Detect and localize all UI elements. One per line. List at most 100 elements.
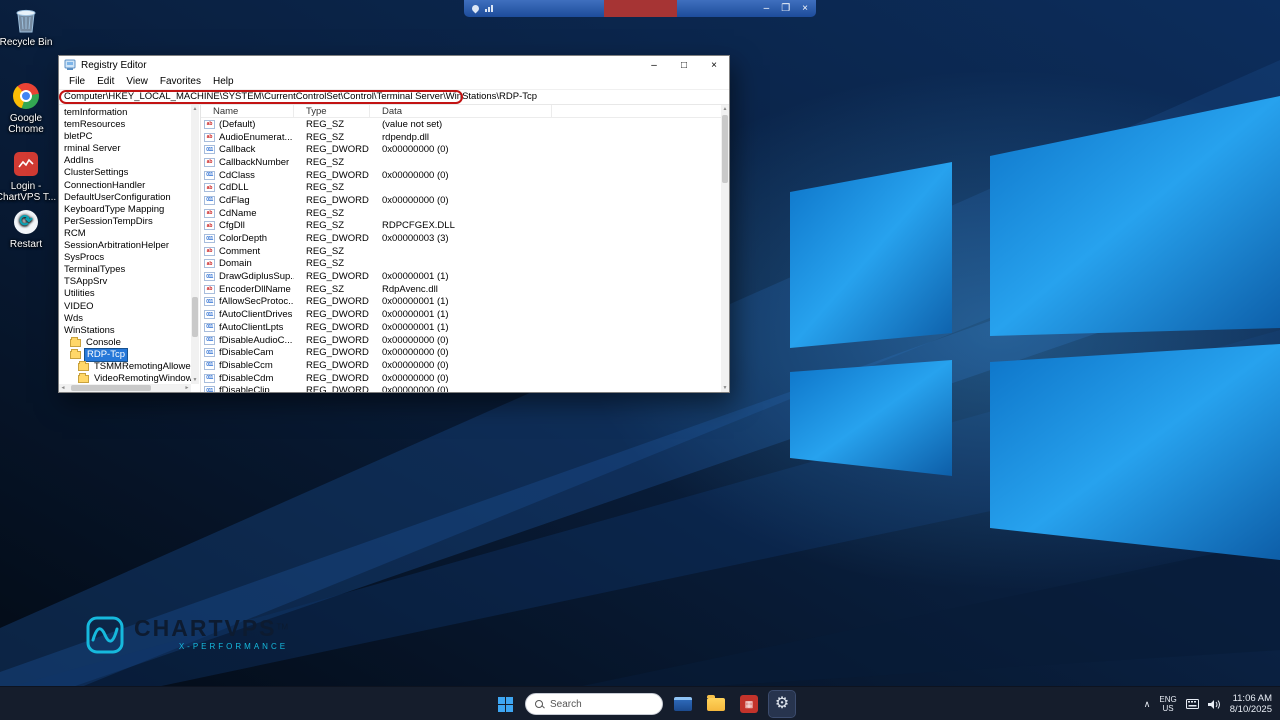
tree-item[interactable]: WinStations: [59, 325, 191, 337]
list-vertical-scrollbar[interactable]: ▲ ▼: [721, 105, 729, 392]
menu-help[interactable]: Help: [207, 76, 240, 87]
tree-item[interactable]: DefaultUserConfiguration: [59, 192, 191, 204]
tree-item[interactable]: PerSessionTempDirs: [59, 216, 191, 228]
desktop-icon-recycle-bin[interactable]: Recycle Bin: [0, 6, 58, 48]
dword-value-icon: 011: [204, 170, 215, 180]
touch-keyboard-icon[interactable]: [1185, 699, 1199, 709]
minimize-button[interactable]: –: [639, 56, 669, 74]
value-name: fDisableCdm: [219, 372, 274, 384]
menu-favorites[interactable]: Favorites: [154, 76, 207, 87]
registry-row[interactable]: 011 fDisableCcm REG_DWORD 0x00000000 (0): [201, 359, 721, 372]
value-type: REG_DWORD: [306, 334, 369, 346]
rdp-minimize-button[interactable]: –: [764, 0, 770, 17]
tree-item-label: KeyboardType Mapping: [64, 203, 165, 215]
tree-item[interactable]: rminal Server: [59, 143, 191, 155]
menu-file[interactable]: File: [63, 76, 91, 87]
taskbar-app-window[interactable]: [670, 691, 696, 717]
taskbar-settings[interactable]: ⚙: [768, 690, 796, 718]
tree-item[interactable]: VIDEO: [59, 301, 191, 313]
menu-edit[interactable]: Edit: [91, 76, 120, 87]
tree-item[interactable]: AddIns: [59, 155, 191, 167]
language-indicator[interactable]: ENG US: [1159, 695, 1176, 713]
rdp-connection-bar[interactable]: – ❐ ×: [464, 0, 816, 17]
tree-item[interactable]: SessionArbitrationHelper: [59, 240, 191, 252]
registry-row[interactable]: 011 CdClass REG_DWORD 0x00000000 (0): [201, 169, 721, 182]
tree-item[interactable]: Utilities: [59, 288, 191, 300]
registry-row[interactable]: 011 ColorDepth REG_DWORD 0x00000003 (3): [201, 232, 721, 245]
registry-row[interactable]: 011 CdFlag REG_DWORD 0x00000000 (0): [201, 194, 721, 207]
registry-row[interactable]: ab CallbackNumber REG_SZ: [201, 156, 721, 169]
start-button[interactable]: [492, 691, 518, 717]
string-value-icon: ab: [204, 208, 215, 218]
tree-item[interactable]: VideoRemotingWindowNames: [59, 373, 191, 384]
registry-row[interactable]: ab CdDLL REG_SZ: [201, 181, 721, 194]
registry-row[interactable]: ab Comment REG_SZ: [201, 245, 721, 258]
title-bar[interactable]: Registry Editor – □ ×: [59, 56, 729, 74]
registry-row[interactable]: ab EncoderDllName REG_SZ RdpAvenc.dll: [201, 283, 721, 296]
tray-chevron-icon[interactable]: ∧: [1144, 699, 1151, 710]
value-name: fAutoClientLpts: [219, 321, 284, 333]
registry-row[interactable]: 011 fDisableAudioC... REG_DWORD 0x00000000 …: [201, 334, 721, 347]
dword-value-icon: 011: [204, 234, 215, 244]
tree-item[interactable]: bletPC: [59, 131, 191, 143]
address-text[interactable]: Computer\HKEY_LOCAL_MACHINE\SYSTEM\Curre…: [64, 90, 537, 104]
registry-row[interactable]: ab CfgDll REG_SZ RDPCFGEX.DLL: [201, 220, 721, 233]
registry-row[interactable]: ab CdName REG_SZ: [201, 207, 721, 220]
window-title: Registry Editor: [81, 59, 147, 71]
desktop-icon-google-chrome[interactable]: Google Chrome: [0, 82, 58, 135]
taskbar-file-explorer[interactable]: [703, 691, 729, 717]
tree-vertical-scrollbar[interactable]: ▲ ▼: [191, 105, 199, 384]
tree-item[interactable]: RCM: [59, 228, 191, 240]
registry-row[interactable]: 011 DrawGdiplusSup... REG_DWORD 0x00000001 …: [201, 270, 721, 283]
taskbar-clock[interactable]: 11:06 AM 8/10/2025: [1230, 693, 1272, 715]
value-type: REG_SZ: [306, 182, 345, 194]
close-button[interactable]: ×: [699, 56, 729, 74]
tree-item[interactable]: TSMMRemotingAllowedApps: [59, 361, 191, 373]
registry-row[interactable]: ab (Default) REG_SZ (value not set): [201, 118, 721, 131]
column-header-name[interactable]: Name: [201, 105, 294, 117]
registry-row[interactable]: ab Domain REG_SZ: [201, 258, 721, 271]
volume-icon[interactable]: [1207, 699, 1221, 710]
desktop-icon-login-chartvps[interactable]: Login - ChartVPS T...: [0, 150, 58, 203]
registry-row[interactable]: 011 fDisableCam REG_DWORD 0x00000000 (0): [201, 346, 721, 359]
registry-row[interactable]: 011 fDisableClip REG_DWORD 0x00000000 (0): [201, 384, 721, 392]
tree-item-label: WinStations: [64, 324, 115, 336]
desktop: – ❐ × Recycle Bin Google Chrome Login - …: [0, 0, 1280, 720]
desktop-icon-restart[interactable]: ⟳ Restart: [0, 208, 58, 250]
registry-app-icon: [64, 59, 76, 70]
tree-item[interactable]: SysProcs: [59, 252, 191, 264]
tree-item[interactable]: Wds: [59, 313, 191, 325]
column-header-data[interactable]: Data: [370, 105, 552, 117]
tree-item[interactable]: temResources: [59, 119, 191, 131]
tree-item[interactable]: temInformation: [59, 107, 191, 119]
watermark-brand: CHARTVPS: [134, 615, 277, 641]
registry-row[interactable]: 011 fAutoClientDrives REG_DWORD 0x00000001 …: [201, 308, 721, 321]
value-data: 0x00000000 (0): [382, 194, 449, 206]
tree-item[interactable]: KeyboardType Mapping: [59, 204, 191, 216]
tree-item[interactable]: RDP-Tcp: [59, 347, 191, 362]
tray-date: 8/10/2025: [1229, 704, 1272, 715]
taskbar-chartvps-app[interactable]: ▦: [736, 691, 762, 717]
maximize-button[interactable]: □: [669, 56, 699, 74]
taskbar-search[interactable]: Search: [525, 693, 663, 715]
rdp-restore-button[interactable]: ❐: [781, 0, 790, 17]
menu-view[interactable]: View: [120, 76, 154, 87]
tree-item[interactable]: TerminalTypes: [59, 264, 191, 276]
registry-list-pane: Name Type Data ab (Default) REG_SZ (value not…: [200, 105, 729, 392]
tree-horizontal-scrollbar[interactable]: ◄ ►: [59, 384, 191, 392]
tree-item[interactable]: ClusterSettings: [59, 167, 191, 179]
registry-row[interactable]: 011 fAutoClientLpts REG_DWORD 0x00000001 (1…: [201, 321, 721, 334]
tree-item[interactable]: ConnectionHandler: [59, 180, 191, 192]
string-value-icon: ab: [204, 246, 215, 256]
tree-item[interactable]: TSAppSrv: [59, 276, 191, 288]
registry-row[interactable]: 011 fDisableCdm REG_DWORD 0x00000000 (0): [201, 372, 721, 385]
address-bar[interactable]: Computer\HKEY_LOCAL_MACHINE\SYSTEM\Curre…: [59, 90, 729, 105]
value-type: REG_DWORD: [306, 347, 369, 359]
pin-icon[interactable]: [470, 3, 481, 14]
column-header-type[interactable]: Type: [294, 105, 370, 117]
registry-row[interactable]: 011 fAllowSecProtoc... REG_DWORD 0x00000001…: [201, 296, 721, 309]
registry-row[interactable]: ab AudioEnumerat... REG_SZ rdpendp.dll: [201, 131, 721, 144]
registry-row[interactable]: 011 Callback REG_DWORD 0x00000000 (0): [201, 143, 721, 156]
rdp-close-button[interactable]: ×: [802, 0, 808, 17]
chartvps-login-icon: [12, 150, 40, 178]
